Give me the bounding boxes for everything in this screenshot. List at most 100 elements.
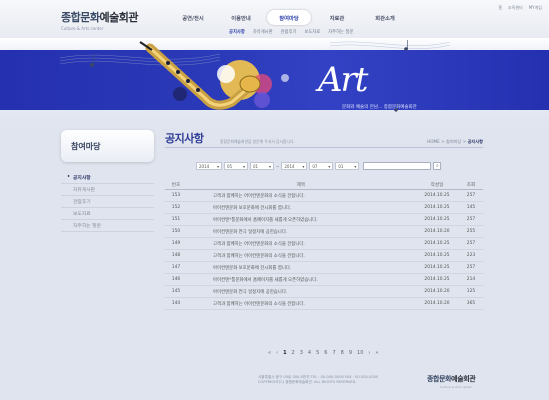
table-row[interactable]: 149 고객과 함께하는 아이컨텐문화의 소식을 전합니다. 2014.10.25 2…	[165, 238, 483, 250]
chevron-down-icon: ▾	[354, 163, 357, 169]
row-date: 2014.10.20	[424, 301, 450, 306]
nav-item-performances[interactable]: 공연/전시	[171, 10, 215, 25]
chevron-down-icon: ▾	[216, 163, 219, 169]
table-row[interactable]: 151 아이컨텐*통문화에서 홈페이지를 새롭게 오픈하였습니다. 2014.10.…	[165, 214, 483, 226]
sidebar-item-press[interactable]: 보도자료	[61, 208, 154, 220]
table-row[interactable]: 146 아이컨텐*통문화에서 홈페이지를 새롭게 오픈하였습니다. 2014.10.…	[165, 274, 483, 286]
nav-item-archive[interactable]: 자료관	[315, 10, 359, 25]
sub-nav-reviews[interactable]: 관람후기	[281, 29, 297, 35]
notice-table: 번호 제목 작성일 조회 153 고객과 함께하는 아이컨텐문화의 소식을 전합니…	[165, 180, 483, 310]
col-header-title: 제목	[296, 182, 306, 188]
footer-logo: 종합문화예술회관	[427, 375, 476, 383]
row-title-link[interactable]: 고객과 함께하는 아이컨텐문화의 소식을 전합니다.	[187, 193, 415, 199]
table-row[interactable]: 147 아이컨텐문화 보호문화에 전시회를 엽니다. 2014.10.25 257	[165, 262, 483, 274]
to-month-select[interactable]: 07 ▾	[309, 162, 334, 170]
row-date: 2014.10.25	[424, 253, 450, 258]
footer-logo-subtitle: Culture & Arts center	[440, 385, 472, 389]
page-number-9[interactable]: 9	[349, 350, 352, 356]
search-button[interactable]: ⌕	[433, 162, 442, 170]
page-first-button[interactable]: «	[268, 350, 271, 356]
sub-nav-press[interactable]: 보도자료	[304, 29, 320, 35]
util-link-org[interactable]: 조직센터	[508, 5, 523, 11]
table-row[interactable]: 148 고객과 함께하는 아이컨텐문화의 소식을 전합니다. 2014.10.25 2…	[165, 250, 483, 262]
page-number-7[interactable]: 7	[332, 350, 335, 356]
main-nav: 공연/전시 이용안내 참여마당 자료관 회관소개	[171, 10, 407, 25]
row-number: 150	[171, 229, 181, 234]
saxophone-illustration	[59, 40, 451, 112]
sidebar-menu: 공지사항 자유게시판 관람후기 보도자료 자주하는 질문	[61, 172, 154, 232]
table-row[interactable]: 152 아이컨텐문화 보호문화에 전시회를 엽니다. 2014.10.25 145	[165, 202, 483, 214]
row-title-link[interactable]: 고객과 함께하는 아이컨텐문화의 소식을 전합니다.	[187, 301, 415, 307]
date-search-bar: 2014 ▾ 05 ▾ 01 ▾ ~ 2014 ▾ 07 ▾ 01 ▾ ⌕	[196, 162, 442, 170]
row-date: 2014.10.25	[424, 217, 450, 222]
page-last-button[interactable]: »	[375, 350, 378, 356]
sidebar-item-reviews[interactable]: 관람후기	[61, 196, 154, 208]
sub-nav-notice[interactable]: 공지사항	[229, 29, 245, 35]
table-row[interactable]: 144 고객과 함께하는 아이컨텐문화의 소식을 전합니다. 2014.10.20 3…	[165, 298, 483, 310]
page-prev-button[interactable]: ‹	[276, 350, 278, 356]
from-year-select[interactable]: 2014 ▾	[196, 162, 222, 170]
row-views: 257	[466, 193, 476, 198]
row-title-link[interactable]: 고객과 함께하는 아이컨텐문화의 소식을 전합니다.	[187, 241, 415, 247]
row-number: 148	[171, 253, 181, 258]
sub-nav: 공지사항 자유게시판 관람후기 보도자료 자주하는 질문	[229, 29, 353, 35]
row-date: 2014.10.25	[424, 241, 450, 246]
page-number-10[interactable]: 10	[357, 350, 363, 356]
sidebar-item-board[interactable]: 자유게시판	[61, 184, 154, 196]
site-footer: 서울특별시 중구 00로 000-0번지 TEL : 00-000-0000 F…	[0, 367, 549, 400]
from-day-select[interactable]: 01 ▾	[250, 162, 274, 170]
page-next-button[interactable]: ›	[368, 350, 370, 356]
table-row[interactable]: 145 아이컨텐문화 연극 일정지에 공헌습니다. 2014.10.20 125	[165, 286, 483, 298]
row-number: 152	[171, 205, 181, 210]
row-date: 2014.10.20	[424, 289, 450, 294]
footer-info: 서울특별시 중구 00로 000-0번지 TEL : 00-000-0000 F…	[258, 375, 378, 385]
sub-nav-faq[interactable]: 자주하는 질문	[328, 29, 353, 35]
row-title-link[interactable]: 아이컨텐*통문화에서 홈페이지를 새롭게 오픈하였습니다.	[187, 277, 415, 283]
nav-item-participation[interactable]: 참여마당	[267, 10, 311, 25]
row-number: 144	[171, 301, 181, 306]
row-title-link[interactable]: 아이컨텐*통문화에서 홈페이지를 새롭게 오픈하였습니다.	[187, 217, 415, 223]
util-link-home[interactable]: 홈	[498, 5, 502, 11]
page-number-3[interactable]: 3	[300, 350, 303, 356]
row-number: 146	[171, 277, 181, 282]
row-number: 147	[171, 265, 181, 270]
hero-banner: Art 문화와 예술의 만남... 종합문화예술회관	[0, 38, 549, 124]
row-title-link[interactable]: 아이컨텐문화 보호문화에 전시회를 엽니다.	[187, 205, 415, 211]
util-link-my[interactable]: MY게임	[529, 5, 542, 11]
pagination: « ‹ 1 2 3 4 5 6 7 8 9 10 › »	[268, 350, 378, 356]
sidebar-item-faq[interactable]: 자주하는 질문	[61, 220, 154, 232]
logo-subtitle: Culture & Arts center	[61, 26, 104, 31]
page-number-8[interactable]: 8	[341, 350, 344, 356]
table-row[interactable]: 153 고객과 함께하는 아이컨텐문화의 소식을 전합니다. 2014.10.25 2…	[165, 190, 483, 202]
row-views: 257	[466, 265, 476, 270]
row-title-link[interactable]: 고객과 함께하는 아이컨텐문화의 소식을 전합니다.	[187, 253, 415, 259]
row-title-link[interactable]: 아이컨텐문화 연극 일정지에 공헌습니다.	[187, 289, 415, 295]
chevron-down-icon: ▾	[242, 163, 245, 169]
row-date: 2014.10.20	[424, 229, 450, 234]
page-number-4[interactable]: 4	[308, 350, 311, 356]
search-input[interactable]	[363, 162, 432, 170]
to-year-select[interactable]: 2014 ▾	[281, 162, 308, 170]
banner-art-title: Art	[318, 60, 369, 100]
row-views: 257	[466, 241, 476, 246]
row-title-link[interactable]: 아이컨텐문화 보호문화에 전시회를 엽니다.	[187, 265, 415, 271]
sub-nav-board[interactable]: 자유게시판	[253, 29, 273, 35]
table-row[interactable]: 150 아이컨텐문화 연극 일정지에 공헌습니다. 2014.10.20 255	[165, 226, 483, 238]
from-month-select[interactable]: 05 ▾	[224, 162, 248, 170]
sidebar-item-notice[interactable]: 공지사항	[61, 172, 154, 184]
breadcrumb-section[interactable]: 참여마당	[446, 139, 461, 144]
row-title-link[interactable]: 아이컨텐문화 연극 일정지에 공헌습니다.	[187, 229, 415, 235]
breadcrumb-home[interactable]: HOME	[427, 139, 440, 144]
row-number: 151	[171, 217, 181, 222]
nav-item-about[interactable]: 회관소개	[363, 10, 407, 25]
row-number: 149	[171, 241, 181, 246]
page-number-5[interactable]: 5	[316, 350, 319, 356]
site-logo[interactable]: 종합문화예술회관 Culture & Arts center	[61, 9, 138, 31]
sidebar: 참여마당 공지사항 자유게시판 관람후기 보도자료 자주하는 질문	[61, 130, 154, 232]
nav-item-guide[interactable]: 이용안내	[219, 10, 263, 25]
page-number-1[interactable]: 1	[283, 350, 286, 356]
page-number-2[interactable]: 2	[292, 350, 295, 356]
page-number-6[interactable]: 6	[324, 350, 327, 356]
to-day-select[interactable]: 01 ▾	[335, 162, 360, 170]
logo-text: 종합문화예술회관	[61, 11, 138, 24]
